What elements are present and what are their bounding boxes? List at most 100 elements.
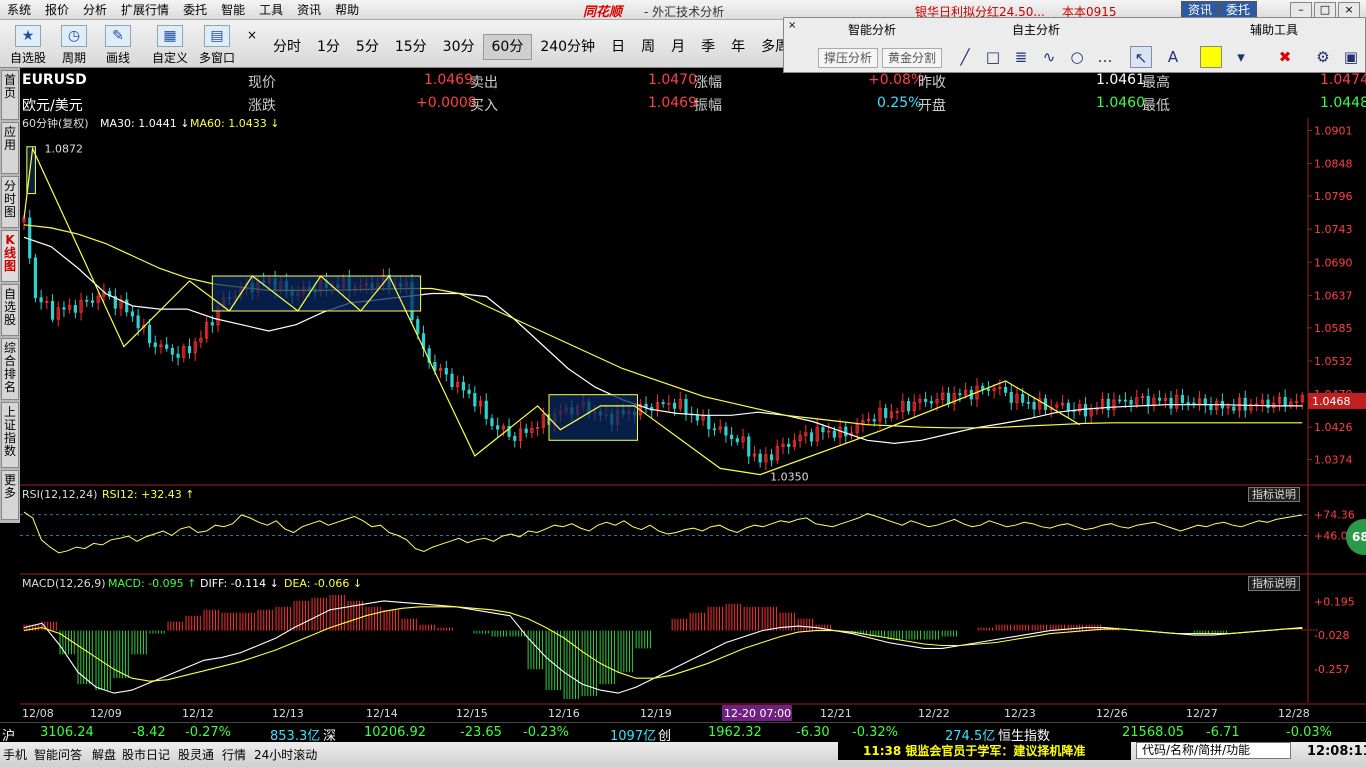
candle-body — [210, 322, 214, 326]
footer-diary[interactable]: 股市日记 — [122, 746, 170, 763]
tab-ranking[interactable]: 综合排名 — [1, 338, 19, 400]
period-month[interactable]: 月 — [663, 35, 693, 59]
footer-market[interactable]: 行情 — [222, 746, 246, 763]
rectangle-icon[interactable]: □ — [982, 46, 1004, 68]
rsi-indicator-help-button[interactable]: 指标说明 — [1248, 487, 1300, 502]
candle-body — [473, 393, 477, 407]
cy-index[interactable]: 1962.32 — [708, 725, 762, 740]
tab-watchlist[interactable]: 自选股 — [1, 284, 19, 336]
kline-title: 60分钟(复权) — [22, 118, 89, 130]
macd-indicator-help-button[interactable]: 指标说明 — [1248, 576, 1300, 591]
candle-body — [1232, 406, 1236, 411]
candle-body — [513, 435, 517, 441]
time-axis-label: 12/16 — [548, 707, 580, 720]
code-search-input[interactable]: 代码/名称/简拼/功能 — [1136, 742, 1291, 759]
ask-price: 1.0470 — [648, 72, 697, 88]
bookmark-icon[interactable]: ▾ — [1230, 46, 1252, 68]
sh-index[interactable]: 3106.24 — [40, 725, 94, 740]
menu-news[interactable]: 资讯 — [290, 0, 328, 20]
period-week[interactable]: 周 — [633, 35, 663, 59]
period-5m[interactable]: 5分 — [348, 35, 387, 59]
candle-body — [484, 400, 488, 419]
period-1m[interactable]: 1分 — [309, 35, 348, 59]
footer-stock-link[interactable]: 股灵通 — [178, 746, 214, 763]
footer-mobile[interactable]: 手机 — [3, 746, 27, 763]
symbol-name: 欧元/美元 — [22, 98, 83, 114]
period-tool[interactable]: ◷ 周期 — [54, 23, 94, 65]
line-draw-icon[interactable]: ╱ — [954, 46, 976, 68]
candle-body — [1118, 399, 1122, 402]
menu-extended[interactable]: 扩展行情 — [114, 0, 176, 20]
delete-icon[interactable]: ✖ — [1274, 46, 1296, 68]
tab-kline[interactable]: K线图 — [1, 230, 19, 282]
minimize-icon[interactable]: – — [1290, 2, 1312, 18]
menu-help[interactable]: 帮助 — [328, 0, 366, 20]
candle-body — [1032, 401, 1036, 410]
menu-tools[interactable]: 工具 — [252, 0, 290, 20]
period-240m[interactable]: 240分钟 — [532, 35, 603, 59]
custom-layout-icon: ▦ — [157, 25, 183, 47]
period-minute-chart[interactable]: 分时 — [265, 35, 309, 59]
candle-body — [1283, 396, 1287, 406]
period-60m[interactable]: 60分 — [482, 34, 533, 60]
wave-icon[interactable]: ∿ — [1038, 46, 1060, 68]
panel-header-aux[interactable]: 辅助工具 — [1250, 21, 1298, 38]
time-axis-label: 12/12 — [182, 707, 214, 720]
period-day[interactable]: 日 — [603, 35, 633, 59]
panel-header-smart[interactable]: 智能分析 — [848, 21, 896, 38]
menu-system[interactable]: 系统 — [0, 0, 38, 20]
custom-tool[interactable]: ▦ 自定义 — [148, 23, 192, 65]
footer-commentary[interactable]: 解盘 — [92, 746, 116, 763]
golden-section-button[interactable]: 黄金分割 — [882, 48, 943, 68]
multi-window-tool[interactable]: ▤ 多窗口 — [196, 23, 238, 65]
candle-body — [787, 443, 791, 447]
period-year[interactable]: 年 — [723, 35, 753, 59]
support-resistance-button[interactable]: 撑压分析 — [818, 48, 879, 68]
candle-body — [986, 388, 991, 391]
period-quarter[interactable]: 季 — [693, 35, 723, 59]
lock-icon[interactable]: ▣ — [1340, 46, 1362, 68]
tab-sh-index[interactable]: 上证指数 — [1, 402, 19, 468]
watchlist-tool[interactable]: ★ 自选股 — [8, 23, 48, 65]
time-axis-label: 12/28 — [1278, 707, 1310, 720]
draw-line-tool[interactable]: ✎ 画线 — [100, 23, 136, 65]
panel-close-icon[interactable]: × — [788, 20, 796, 31]
candle-body — [1026, 401, 1030, 404]
menu-smart[interactable]: 智能 — [214, 0, 252, 20]
more-icon[interactable]: … — [1094, 46, 1116, 68]
maximize-icon[interactable]: □ — [1314, 2, 1336, 18]
menu-quote[interactable]: 报价 — [38, 0, 76, 20]
tab-more[interactable]: 更多 — [1, 470, 19, 520]
sz-index[interactable]: 10206.92 — [364, 725, 426, 740]
close-icon[interactable]: × — [1338, 2, 1360, 18]
kline-chart[interactable]: 1.0901 1.0848 1.0796 1.0743 1.0690 1.0637 1.05… — [20, 118, 1366, 722]
panel-header-self[interactable]: 自主分析 — [1012, 21, 1060, 38]
candle-body — [147, 324, 152, 344]
tab-minute-chart[interactable]: 分时图 — [1, 176, 19, 228]
cursor-icon[interactable]: ↖ — [1130, 46, 1152, 68]
news-button[interactable]: 资讯 — [1181, 1, 1220, 18]
text-icon[interactable]: A — [1162, 46, 1184, 68]
period-15m[interactable]: 15分 — [387, 35, 435, 59]
menu-analysis[interactable]: 分析 — [76, 0, 114, 20]
tab-home[interactable]: 首页 — [1, 70, 19, 120]
news-scroll-ticker[interactable]: 11:38 银监会官员于学军：建议择机降准 — [838, 742, 1131, 760]
toolbar-close-icon[interactable]: × — [247, 28, 257, 42]
price-tick-label: 1.0374 — [1314, 454, 1353, 467]
color-swatch-icon[interactable] — [1200, 46, 1222, 68]
period-30m[interactable]: 30分 — [435, 35, 483, 59]
fib-icon[interactable]: ≣ — [1010, 46, 1032, 68]
ellipse-icon[interactable]: ○ — [1066, 46, 1088, 68]
tool-settings-icon[interactable]: ⚙ — [1312, 46, 1334, 68]
order-button[interactable]: 委托 — [1219, 1, 1258, 18]
candle-body — [747, 436, 751, 457]
tab-apps[interactable]: 应用 — [1, 122, 19, 174]
menu-order[interactable]: 委托 — [176, 0, 214, 20]
hs-index[interactable]: 21568.05 — [1122, 725, 1184, 740]
candle-body — [872, 419, 876, 422]
footer-smart-qa[interactable]: 智能问答 — [34, 746, 82, 763]
footer-24h-scroll[interactable]: 24小时滚动 — [254, 746, 317, 763]
period-selector: 分时 1分 5分 15分 30分 60分 240分钟 日 周 月 季 年 多周期… — [265, 34, 841, 60]
candle-body — [50, 300, 55, 320]
candle-body — [496, 425, 500, 430]
